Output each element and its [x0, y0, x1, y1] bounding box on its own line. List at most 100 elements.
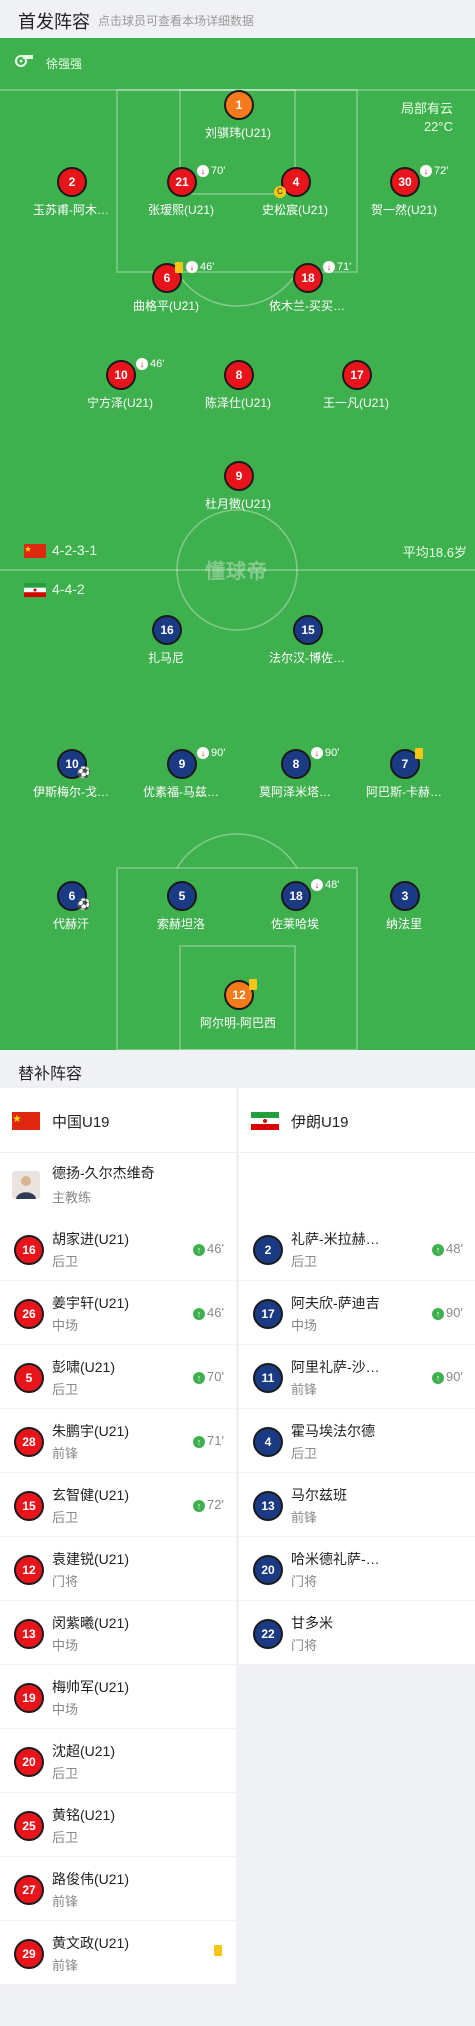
player-position: 前锋 — [52, 1446, 79, 1461]
player-position: 中场 — [52, 1318, 79, 1333]
sub-player-row[interactable]: 12 袁建锐(U21) 门将 — [0, 1537, 236, 1601]
shirt-number: 17 — [253, 1299, 283, 1329]
player-home-2[interactable]: 2 玉苏甫-阿木… — [11, 167, 131, 223]
china-flag-icon — [12, 1112, 40, 1130]
player-name: 路俊伟(U21) — [52, 1871, 130, 1887]
shirt-number: 15 — [14, 1491, 44, 1521]
yellow-card-icon — [249, 979, 257, 990]
player-away-6[interactable]: 6 ⚽ 代赫汗 — [11, 881, 131, 937]
player-home-30[interactable]: 30 ↓ 72' 贺一然(U21) — [344, 165, 464, 223]
player-home-17[interactable]: 17 王一凡(U21) — [296, 360, 416, 416]
player-name: 阿夫欣-萨迪吉 — [291, 1295, 380, 1311]
sub-player-row[interactable]: 28 朱鹏宇(U21) 前锋 ↑ 71' — [0, 1409, 236, 1473]
player-position: 前锋 — [52, 1894, 79, 1909]
away-team-name: 伊朗U19 — [291, 1114, 349, 1131]
player-name: 礼萨-米拉赫… — [291, 1231, 380, 1247]
player-away-15[interactable]: 15 法尔汉-博佐… — [247, 615, 367, 671]
player-name: 胡家进(U21) — [52, 1231, 130, 1247]
page-title: 首发阵容 — [18, 12, 90, 32]
sub-player-row[interactable]: 16 胡家进(U21) 后卫 ↑ 46' — [0, 1217, 236, 1281]
player-away-18[interactable]: 18 ↓ 48' 佐莱哈埃 — [235, 879, 355, 937]
player-position: 门将 — [291, 1574, 318, 1589]
player-away-10[interactable]: 10 ⚽ 伊斯梅尔-戈… — [11, 749, 131, 805]
header-hint: 点击球员可查看本场详细数据 — [98, 14, 255, 28]
shirt-number: 13 — [14, 1619, 44, 1649]
player-position: 中场 — [291, 1318, 318, 1333]
shirt-number: 11 — [253, 1363, 283, 1393]
sub-player-row[interactable]: 15 玄智健(U21) 后卫 ↑ 72' — [0, 1473, 236, 1537]
sub-player-row[interactable]: 22 甘多米 门将 — [239, 1601, 475, 1665]
player-home-10[interactable]: 10 ↓ 46' 宁方泽(U21) — [60, 358, 180, 416]
player-name: 彭啸(U21) — [52, 1359, 116, 1375]
captain-icon: C — [274, 186, 286, 198]
player-home-1[interactable]: 1 刘骐玮(U21) — [178, 90, 298, 146]
goal-ball-icon: ⚽ — [77, 767, 91, 779]
sub-player-row[interactable]: 13 马尔兹班 前锋 — [239, 1473, 475, 1537]
sub-player-row[interactable]: 25 黄铭(U21) 后卫 — [0, 1793, 236, 1857]
player-away-7[interactable]: 7 阿巴斯-卡赫… — [344, 748, 464, 805]
shirt-number: 5 — [14, 1363, 44, 1393]
player-position: 后卫 — [52, 1254, 79, 1269]
player-name: 袁建锐(U21) — [52, 1551, 130, 1567]
sub-out-icon: ↓ — [311, 747, 323, 760]
player-home-9[interactable]: 9 杜月徵(U21) — [178, 461, 298, 517]
player-away-16[interactable]: 16 扎马尼 — [106, 615, 226, 671]
sub-player-row[interactable]: 5 彭啸(U21) 后卫 ↑ 70' — [0, 1345, 236, 1409]
sub-in-icon: ↑ — [193, 1435, 206, 1448]
shirt-number: 13 — [253, 1491, 283, 1521]
player-home-4[interactable]: 4 C 史松宸(U21) — [235, 167, 355, 223]
sub-player-row[interactable]: 2 礼萨-米拉赫… 后卫 ↑ 48' — [239, 1217, 475, 1281]
shirt-number: 29 — [14, 1939, 44, 1969]
player-home-21[interactable]: 21 ↓ 70' 张瑷熙(U21) — [121, 165, 241, 223]
player-home-18[interactable]: 18 ↓ 71' 依木兰-买买… — [247, 261, 367, 319]
away-team-row: 伊朗U19 — [239, 1088, 475, 1153]
sub-out-icon: ↓ — [311, 879, 323, 892]
player-position: 门将 — [291, 1638, 318, 1653]
subs-header: 替补阵容 — [0, 1050, 475, 1088]
home-subs-column: 中国U19 德扬-久尔杰维奇 主教练 16 胡家进(U21) 后卫 ↑ 46' 26 姜宇轩… — [0, 1088, 236, 1985]
player-away-5[interactable]: 5 索赫坦洛 — [121, 881, 241, 937]
shirt-number: 20 — [253, 1555, 283, 1585]
sub-off-marker: ↓ 48' — [311, 879, 339, 892]
player-name: 黄文政(U21) — [52, 1935, 130, 1951]
sub-player-row[interactable]: 11 阿里礼萨-沙… 前锋 ↑ 90' — [239, 1345, 475, 1409]
shirt-number: 16 — [14, 1235, 44, 1265]
sub-off-marker: ↓ 71' — [323, 261, 351, 274]
home-avg-age: 平均18.6岁 — [402, 545, 467, 560]
player-position: 前锋 — [291, 1510, 318, 1525]
player-away-12[interactable]: 12 阿尔明-阿巴西 — [178, 979, 298, 1036]
home-coach[interactable]: 德扬-久尔杰维奇 主教练 — [0, 1153, 236, 1217]
sub-player-row[interactable]: 20 沈超(U21) 后卫 — [0, 1729, 236, 1793]
sub-player-row[interactable]: 17 阿夫欣-萨迪吉 中场 ↑ 90' — [239, 1281, 475, 1345]
player-position: 后卫 — [291, 1254, 318, 1269]
sub-out-icon: ↓ — [136, 358, 148, 371]
subs-title: 替补阵容 — [18, 1066, 83, 1083]
sub-player-row[interactable]: 20 哈米德礼萨-… 门将 — [239, 1537, 475, 1601]
player-position: 门将 — [52, 1574, 79, 1589]
sub-player-row[interactable]: 29 黄文政(U21) 前锋 — [0, 1921, 236, 1985]
sub-player-row[interactable]: 4 霍马埃法尔德 后卫 — [239, 1409, 475, 1473]
player-away-9[interactable]: 9 ↓ 90' 优素福-马兹… — [121, 747, 241, 805]
shirt-number: 2 — [253, 1235, 283, 1265]
sub-out-icon: ↓ — [197, 165, 209, 178]
sub-off-marker: ↓ 46' — [186, 261, 214, 274]
player-home-6[interactable]: 6 ↓ 46' 曲格平(U21) — [106, 261, 226, 319]
sub-in-time: ↑ 90' — [432, 1305, 463, 1320]
player-away-3[interactable]: 3 纳法里 — [344, 881, 464, 937]
player-position: 后卫 — [52, 1766, 79, 1781]
sub-out-icon: ↓ — [186, 261, 198, 274]
shirt-number: 20 — [14, 1747, 44, 1777]
weather: 局部有云 22°C — [401, 100, 453, 136]
sub-player-row[interactable]: 26 姜宇轩(U21) 中场 ↑ 46' — [0, 1281, 236, 1345]
sub-off-marker: ↓ 90' — [197, 747, 225, 760]
sub-player-row[interactable]: 27 路俊伟(U21) 前锋 — [0, 1857, 236, 1921]
sub-in-time: ↑ 71' — [193, 1433, 224, 1448]
player-away-8[interactable]: 8 ↓ 90' 莫阿泽米塔… — [235, 747, 355, 805]
shirt-number: 28 — [14, 1427, 44, 1457]
lineup-header: 首发阵容 点击球员可查看本场详细数据 — [0, 0, 475, 38]
sub-player-row[interactable]: 13 闵紫曦(U21) 中场 — [0, 1601, 236, 1665]
shirt-number: 19 — [14, 1683, 44, 1713]
player-home-8[interactable]: 8 陈泽仕(U21) — [178, 360, 298, 416]
sub-in-icon: ↑ — [193, 1243, 206, 1256]
sub-player-row[interactable]: 19 梅帅军(U21) 中场 — [0, 1665, 236, 1729]
